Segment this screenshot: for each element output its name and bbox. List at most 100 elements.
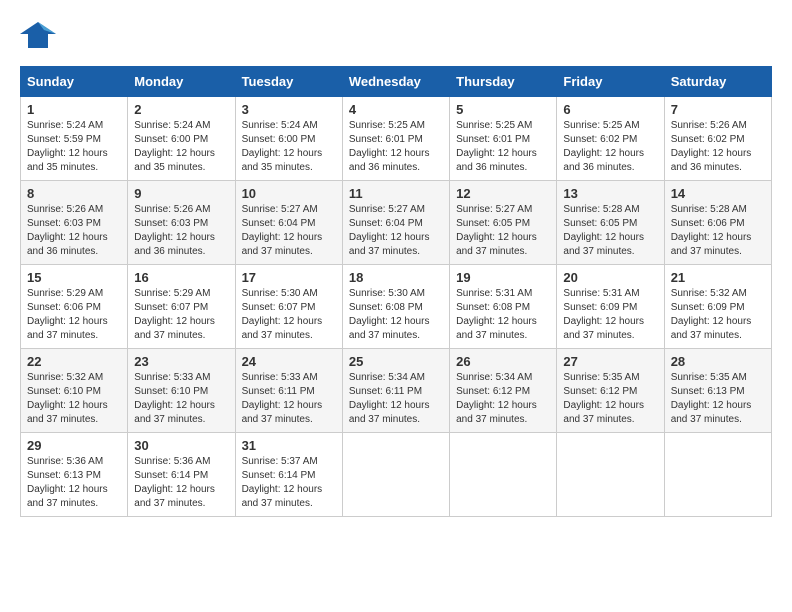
calendar-cell: 7 Sunrise: 5:26 AMSunset: 6:02 PMDaylight… [664,97,771,181]
calendar-table: SundayMondayTuesdayWednesdayThursdayFrid… [20,66,772,517]
calendar-cell: 6 Sunrise: 5:25 AMSunset: 6:02 PMDaylight… [557,97,664,181]
day-number: 30 [134,438,228,453]
day-info: Sunrise: 5:26 AMSunset: 6:03 PMDaylight:… [134,203,228,259]
calendar-cell: 28 Sunrise: 5:35 AMSunset: 6:13 PMDayligh… [664,349,771,433]
day-number: 1 [27,102,121,117]
day-info: Sunrise: 5:33 AMSunset: 6:10 PMDaylight:… [134,371,228,427]
day-number: 19 [456,270,550,285]
day-info: Sunrise: 5:28 AMSunset: 6:05 PMDaylight:… [563,203,657,259]
day-info: Sunrise: 5:32 AMSunset: 6:10 PMDaylight:… [27,371,121,427]
day-number: 3 [242,102,336,117]
calendar-cell: 31 Sunrise: 5:37 AMSunset: 6:14 PMDayligh… [235,433,342,517]
day-number: 26 [456,354,550,369]
day-info: Sunrise: 5:33 AMSunset: 6:11 PMDaylight:… [242,371,336,427]
calendar-week-row: 8 Sunrise: 5:26 AMSunset: 6:03 PMDaylight… [21,181,772,265]
day-number: 23 [134,354,228,369]
calendar-cell: 27 Sunrise: 5:35 AMSunset: 6:12 PMDayligh… [557,349,664,433]
day-info: Sunrise: 5:31 AMSunset: 6:09 PMDaylight:… [563,287,657,343]
day-info: Sunrise: 5:25 AMSunset: 6:01 PMDaylight:… [349,119,443,175]
day-number: 27 [563,354,657,369]
calendar-cell: 8 Sunrise: 5:26 AMSunset: 6:03 PMDaylight… [21,181,128,265]
day-info: Sunrise: 5:30 AMSunset: 6:08 PMDaylight:… [349,287,443,343]
day-number: 31 [242,438,336,453]
day-info: Sunrise: 5:34 AMSunset: 6:11 PMDaylight:… [349,371,443,427]
calendar-cell: 21 Sunrise: 5:32 AMSunset: 6:09 PMDayligh… [664,265,771,349]
calendar-cell: 10 Sunrise: 5:27 AMSunset: 6:04 PMDayligh… [235,181,342,265]
calendar-week-row: 22 Sunrise: 5:32 AMSunset: 6:10 PMDayligh… [21,349,772,433]
day-info: Sunrise: 5:26 AMSunset: 6:03 PMDaylight:… [27,203,121,259]
calendar-cell: 5 Sunrise: 5:25 AMSunset: 6:01 PMDaylight… [450,97,557,181]
calendar-cell: 18 Sunrise: 5:30 AMSunset: 6:08 PMDayligh… [342,265,449,349]
page-header [20,20,772,50]
calendar-cell [664,433,771,517]
day-number: 25 [349,354,443,369]
day-number: 9 [134,186,228,201]
day-number: 6 [563,102,657,117]
calendar-cell [557,433,664,517]
calendar-cell: 19 Sunrise: 5:31 AMSunset: 6:08 PMDayligh… [450,265,557,349]
calendar-cell: 15 Sunrise: 5:29 AMSunset: 6:06 PMDayligh… [21,265,128,349]
day-info: Sunrise: 5:27 AMSunset: 6:04 PMDaylight:… [242,203,336,259]
calendar-day-header: Monday [128,67,235,97]
day-number: 11 [349,186,443,201]
day-info: Sunrise: 5:35 AMSunset: 6:12 PMDaylight:… [563,371,657,427]
calendar-cell: 9 Sunrise: 5:26 AMSunset: 6:03 PMDaylight… [128,181,235,265]
day-info: Sunrise: 5:26 AMSunset: 6:02 PMDaylight:… [671,119,765,175]
calendar-week-row: 15 Sunrise: 5:29 AMSunset: 6:06 PMDayligh… [21,265,772,349]
day-info: Sunrise: 5:24 AMSunset: 5:59 PMDaylight:… [27,119,121,175]
day-number: 28 [671,354,765,369]
day-number: 18 [349,270,443,285]
day-number: 7 [671,102,765,117]
day-number: 15 [27,270,121,285]
calendar-cell: 3 Sunrise: 5:24 AMSunset: 6:00 PMDaylight… [235,97,342,181]
day-info: Sunrise: 5:24 AMSunset: 6:00 PMDaylight:… [134,119,228,175]
calendar-cell: 11 Sunrise: 5:27 AMSunset: 6:04 PMDayligh… [342,181,449,265]
calendar-cell: 2 Sunrise: 5:24 AMSunset: 6:00 PMDaylight… [128,97,235,181]
calendar-cell: 16Sunrise: 5:29 AMSunset: 6:07 PMDayligh… [128,265,235,349]
day-info: Sunrise: 5:32 AMSunset: 6:09 PMDaylight:… [671,287,765,343]
day-info: Sunrise: 5:30 AMSunset: 6:07 PMDaylight:… [242,287,336,343]
day-info: Sunrise: 5:28 AMSunset: 6:06 PMDaylight:… [671,203,765,259]
calendar-cell: 23 Sunrise: 5:33 AMSunset: 6:10 PMDayligh… [128,349,235,433]
day-number: 8 [27,186,121,201]
day-info: Sunrise: 5:37 AMSunset: 6:14 PMDaylight:… [242,455,336,511]
day-info: Sunrise: 5:36 AMSunset: 6:13 PMDaylight:… [27,455,121,511]
calendar-week-row: 29 Sunrise: 5:36 AMSunset: 6:13 PMDayligh… [21,433,772,517]
calendar-cell: 30 Sunrise: 5:36 AMSunset: 6:14 PMDayligh… [128,433,235,517]
calendar-cell: 29 Sunrise: 5:36 AMSunset: 6:13 PMDayligh… [21,433,128,517]
calendar-cell: 24 Sunrise: 5:33 AMSunset: 6:11 PMDayligh… [235,349,342,433]
day-info: Sunrise: 5:29 AMSunset: 6:06 PMDaylight:… [27,287,121,343]
day-info: Sunrise: 5:31 AMSunset: 6:08 PMDaylight:… [456,287,550,343]
day-number: 13 [563,186,657,201]
day-number: 20 [563,270,657,285]
day-number: 4 [349,102,443,117]
day-number: 10 [242,186,336,201]
calendar-week-row: 1 Sunrise: 5:24 AMSunset: 5:59 PMDaylight… [21,97,772,181]
day-number: 17 [242,270,336,285]
day-number: 29 [27,438,121,453]
day-number: 22 [27,354,121,369]
day-info: Sunrise: 5:35 AMSunset: 6:13 PMDaylight:… [671,371,765,427]
calendar-day-header: Friday [557,67,664,97]
calendar-cell: 14Sunrise: 5:28 AMSunset: 6:06 PMDayligh… [664,181,771,265]
day-number: 24 [242,354,336,369]
day-info: Sunrise: 5:25 AMSunset: 6:02 PMDaylight:… [563,119,657,175]
calendar-day-header: Sunday [21,67,128,97]
calendar-header-row: SundayMondayTuesdayWednesdayThursdayFrid… [21,67,772,97]
day-number: 2 [134,102,228,117]
calendar-cell: 13 Sunrise: 5:28 AMSunset: 6:05 PMDayligh… [557,181,664,265]
calendar-cell: 26Sunrise: 5:34 AMSunset: 6:12 PMDayligh… [450,349,557,433]
calendar-cell: 22 Sunrise: 5:32 AMSunset: 6:10 PMDayligh… [21,349,128,433]
day-info: Sunrise: 5:24 AMSunset: 6:00 PMDaylight:… [242,119,336,175]
day-info: Sunrise: 5:25 AMSunset: 6:01 PMDaylight:… [456,119,550,175]
day-number: 21 [671,270,765,285]
day-info: Sunrise: 5:27 AMSunset: 6:04 PMDaylight:… [349,203,443,259]
calendar-cell: 12 Sunrise: 5:27 AMSunset: 6:05 PMDayligh… [450,181,557,265]
day-number: 12 [456,186,550,201]
day-info: Sunrise: 5:29 AMSunset: 6:07 PMDaylight:… [134,287,228,343]
calendar-cell: 20 Sunrise: 5:31 AMSunset: 6:09 PMDayligh… [557,265,664,349]
day-info: Sunrise: 5:27 AMSunset: 6:05 PMDaylight:… [456,203,550,259]
calendar-cell: 25 Sunrise: 5:34 AMSunset: 6:11 PMDayligh… [342,349,449,433]
day-number: 5 [456,102,550,117]
day-info: Sunrise: 5:36 AMSunset: 6:14 PMDaylight:… [134,455,228,511]
